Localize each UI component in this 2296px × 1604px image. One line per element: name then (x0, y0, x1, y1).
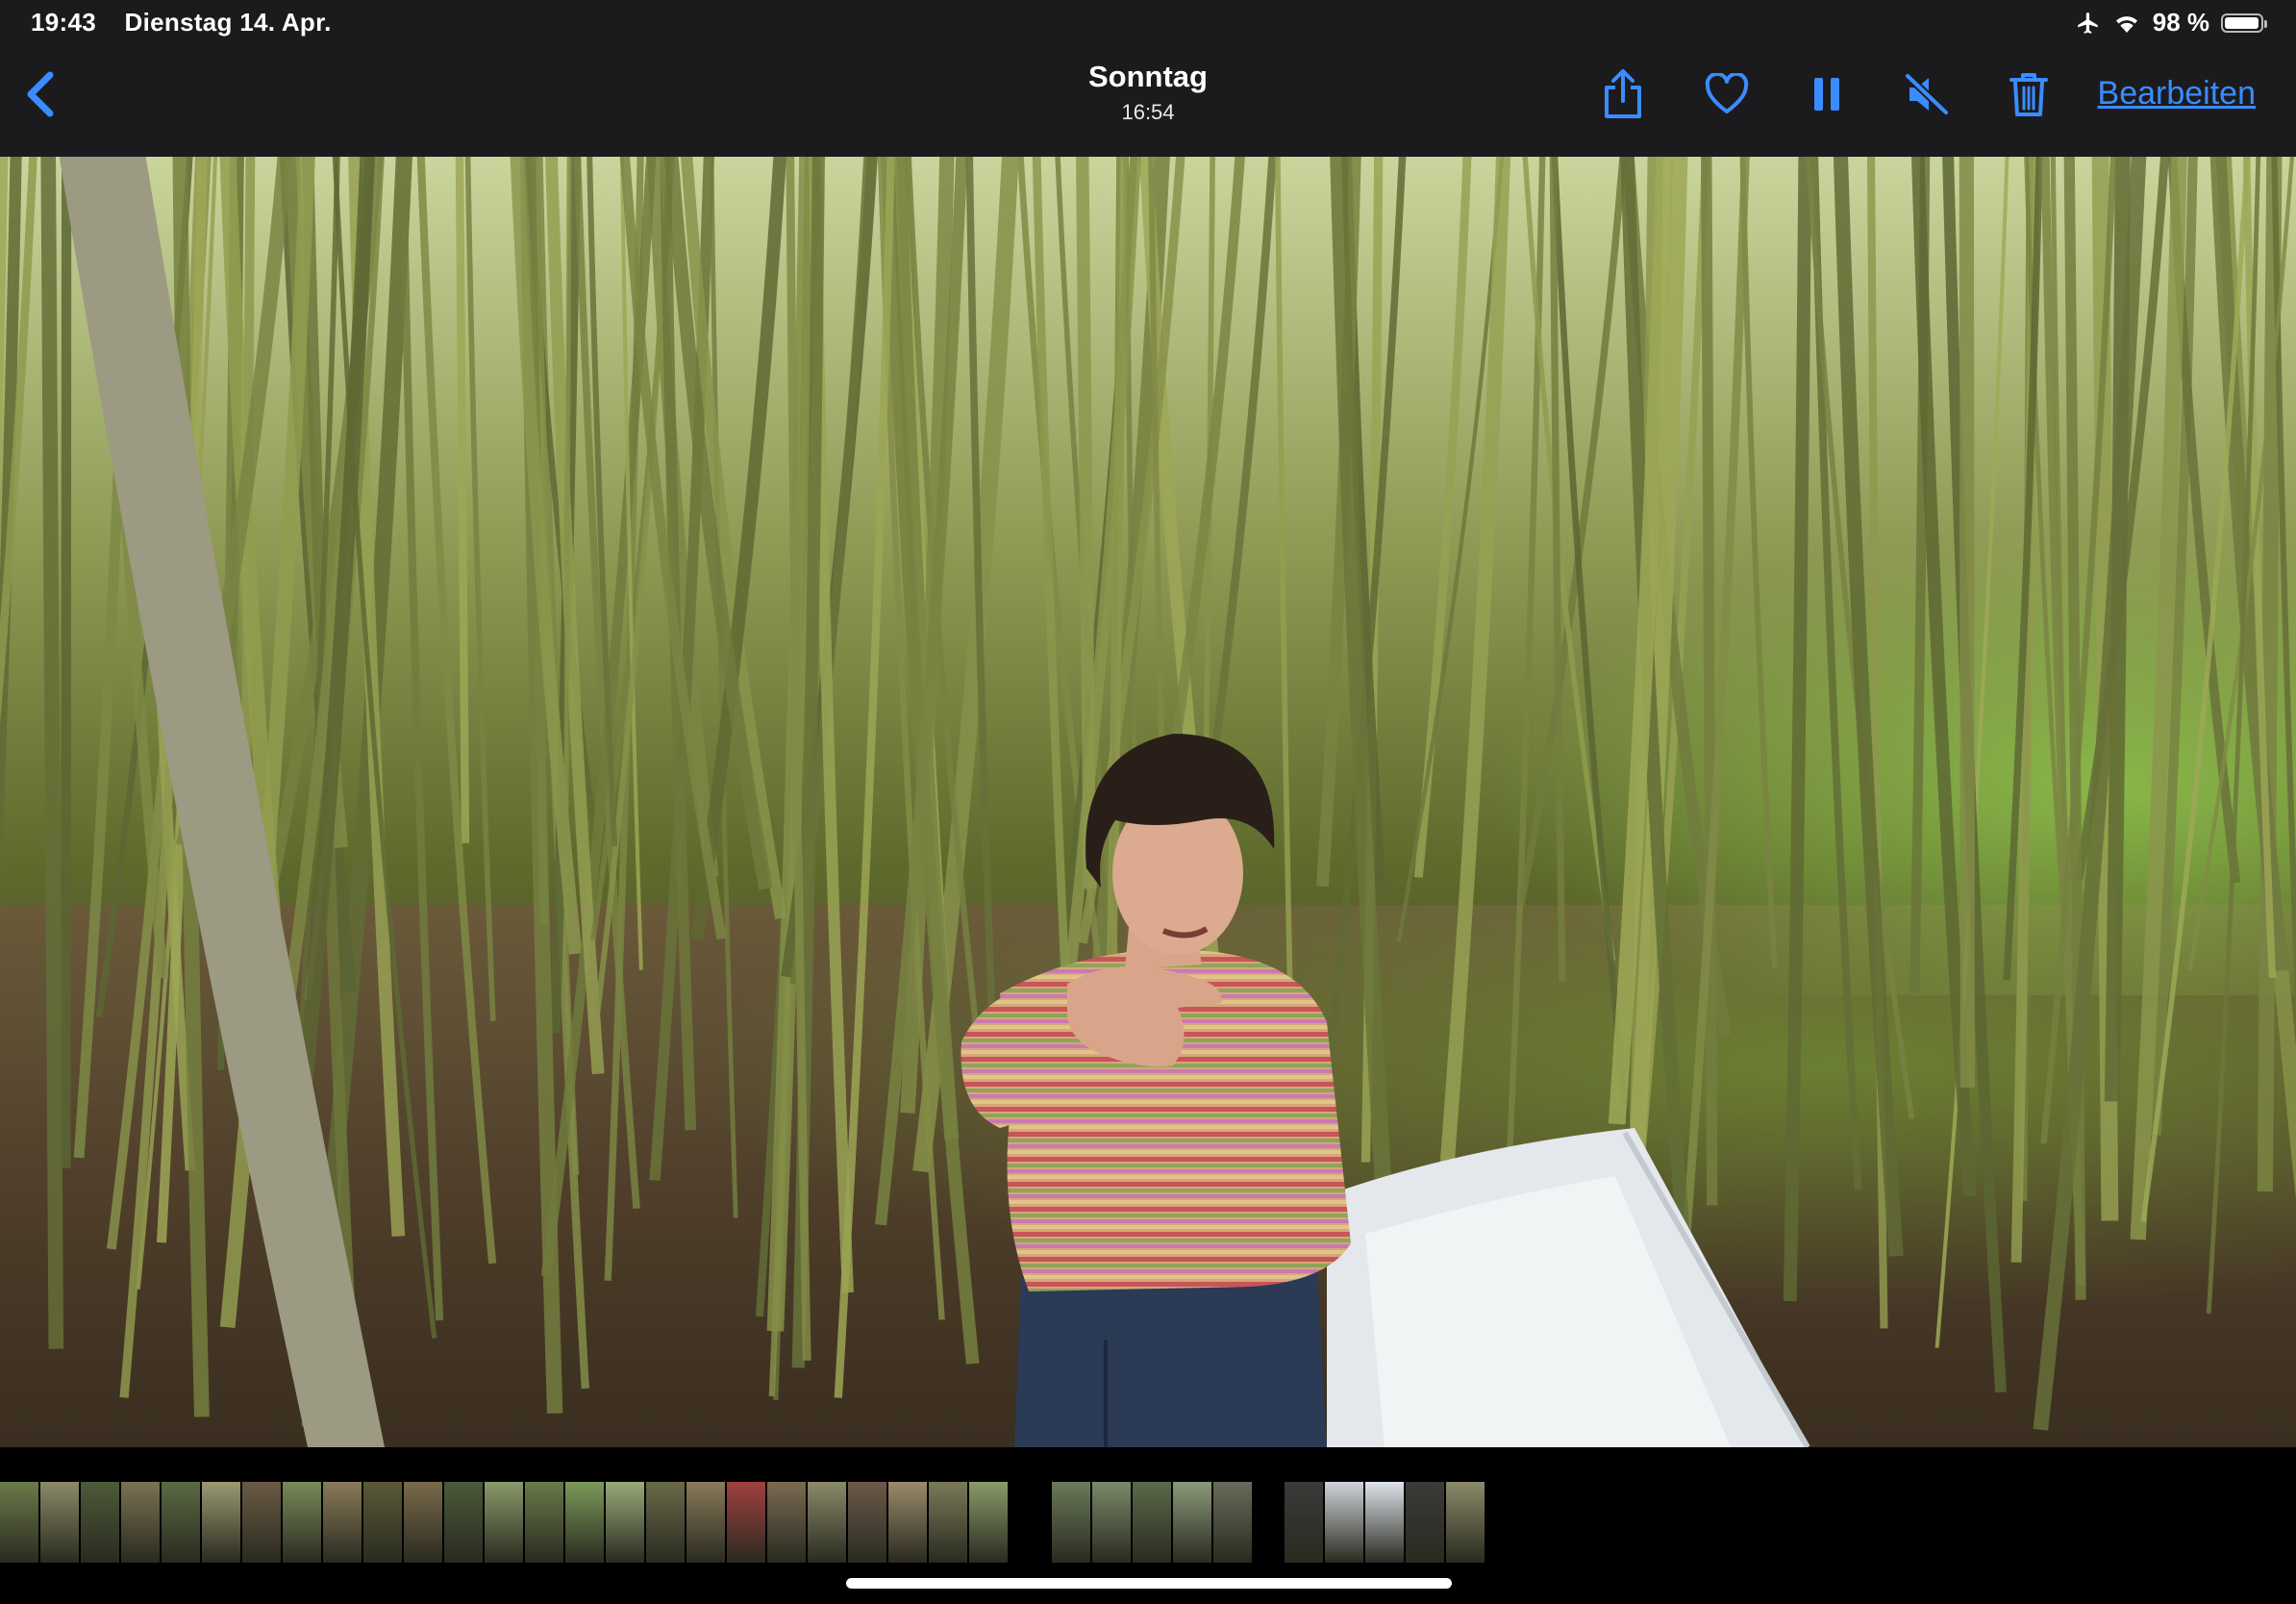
filmstrip-thumb[interactable] (283, 1482, 321, 1563)
share-button[interactable] (1596, 65, 1650, 123)
filmstrip-thumb[interactable] (121, 1482, 160, 1563)
filmstrip-thumb[interactable] (1325, 1482, 1363, 1563)
filmstrip-thumb[interactable] (162, 1482, 200, 1563)
filmstrip-thumb[interactable] (808, 1482, 846, 1563)
filmstrip-thumb[interactable] (363, 1482, 402, 1563)
filmstrip-thumb[interactable] (767, 1482, 806, 1563)
filmstrip-thumb[interactable] (404, 1482, 442, 1563)
filmstrip-thumb[interactable] (1052, 1482, 1090, 1563)
share-icon (1605, 69, 1641, 118)
filmstrip-thumb[interactable] (1173, 1482, 1211, 1563)
filmstrip-thumb[interactable] (606, 1482, 644, 1563)
filmstrip-thumb[interactable] (202, 1482, 240, 1563)
airplane-icon (2077, 12, 2098, 34)
filmstrip-thumb[interactable] (1133, 1482, 1171, 1563)
filmstrip-thumb[interactable] (848, 1482, 886, 1563)
battery-icon (2221, 13, 2267, 33)
filmstrip-thumb[interactable] (242, 1482, 281, 1563)
trash-icon (2009, 73, 2048, 116)
filmstrip-thumb[interactable] (969, 1482, 1008, 1563)
filmstrip-thumb[interactable] (81, 1482, 119, 1563)
edit-button[interactable]: Bearbeiten (2098, 75, 2256, 113)
delete-button[interactable] (2002, 65, 2056, 123)
heart-icon (1705, 73, 1749, 113)
status-date: Dienstag 14. Apr. (124, 8, 332, 37)
filmstrip-thumb[interactable] (1213, 1482, 1252, 1563)
battery-fill (2225, 16, 2259, 29)
filmstrip-thumb[interactable] (888, 1482, 927, 1563)
filmstrip-thumb[interactable] (40, 1482, 79, 1563)
filmstrip-thumb[interactable] (1365, 1482, 1404, 1563)
person-pointing (961, 734, 1351, 1447)
favorite-button[interactable] (1700, 65, 1754, 123)
mute-button[interactable] (1900, 65, 1954, 123)
filmstrip-thumb[interactable] (565, 1482, 604, 1563)
status-left: 19:43 Dienstag 14. Apr. (31, 8, 353, 38)
mute-icon (1904, 72, 1950, 116)
filmstrip-thumb[interactable] (1285, 1482, 1323, 1563)
filmstrip-thumb[interactable] (1406, 1482, 1444, 1563)
filmstrip-thumb[interactable] (686, 1482, 725, 1563)
filmstrip-thumb[interactable] (1446, 1482, 1485, 1563)
photo-viewer[interactable] (0, 157, 2296, 1447)
filmstrip-thumb[interactable] (929, 1482, 967, 1563)
photo-filmstrip[interactable] (0, 1482, 2296, 1563)
status-bar: 19:43 Dienstag 14. Apr. 98 % (0, 0, 2296, 46)
filmstrip-thumb[interactable] (323, 1482, 362, 1563)
battery-percent: 98 % (2152, 8, 2209, 37)
status-time: 19:43 (31, 8, 96, 37)
pause-button[interactable] (1800, 65, 1854, 123)
filmstrip-thumb[interactable] (444, 1482, 483, 1563)
filmstrip-thumb[interactable] (646, 1482, 685, 1563)
photo-nav-bar: Sonntag 16:54 Bearbeiten (0, 46, 2296, 157)
filmstrip-thumb[interactable] (727, 1482, 765, 1563)
filmstrip-thumb[interactable] (485, 1482, 523, 1563)
pause-icon (1814, 78, 1839, 111)
status-right: 98 % (2076, 8, 2267, 38)
wifi-icon (2115, 15, 2137, 33)
filmstrip-thumb[interactable] (1092, 1482, 1131, 1563)
filmstrip-thumb[interactable] (0, 1482, 38, 1563)
home-indicator[interactable] (846, 1578, 1452, 1589)
filmstrip-thumb[interactable] (525, 1482, 563, 1563)
